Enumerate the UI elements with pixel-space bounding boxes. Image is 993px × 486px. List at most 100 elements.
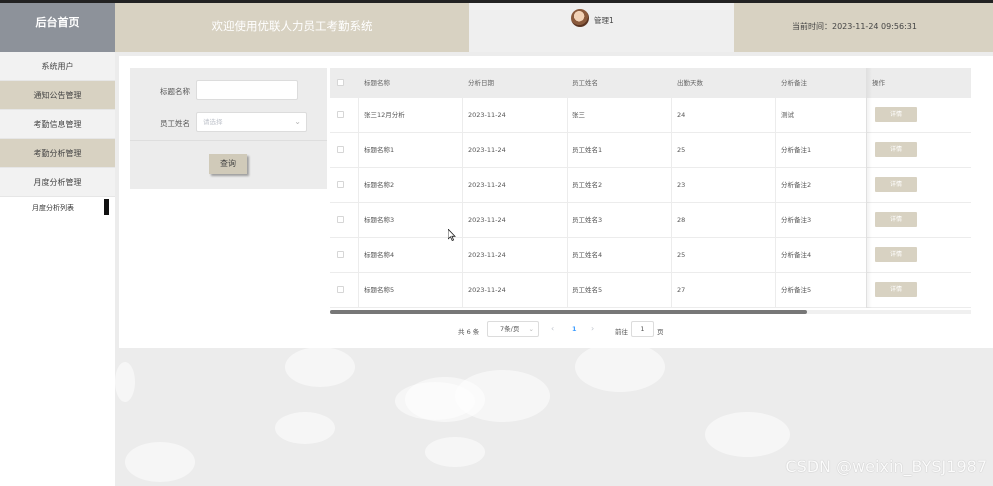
- background-bubble: [275, 412, 335, 444]
- title-filter-input[interactable]: [196, 80, 298, 100]
- column-divider: [358, 68, 359, 308]
- cell-note: 分析备注2: [781, 181, 812, 189]
- sidebar-subitem-monthly-analysis-list[interactable]: 月度分析列表: [0, 197, 115, 221]
- table-row[interactable]: 标题名称2 2023-11-24 员工姓名2 23 分析备注2 详情: [330, 168, 971, 203]
- select-all-checkbox[interactable]: [337, 79, 344, 86]
- sidebar-item-attendance-info[interactable]: 考勤信息管理: [0, 110, 115, 139]
- detail-button[interactable]: 详情: [875, 107, 917, 122]
- background-bubble: [705, 412, 790, 457]
- horizontal-scrollbar-thumb[interactable]: [330, 310, 807, 314]
- cell-note: 分析备注3: [781, 216, 812, 224]
- sidebar-item-monthly-analysis[interactable]: 月度分析管理: [0, 168, 115, 197]
- header-name: 员工姓名: [572, 79, 598, 87]
- cell-date: 2023-11-24: [468, 181, 506, 189]
- cell-note: 分析备注1: [781, 146, 812, 154]
- fixed-column-shadow: [866, 68, 872, 308]
- background-bubble: [575, 342, 665, 392]
- user-box[interactable]: 管理1: [469, 3, 734, 52]
- title-filter-label: 标题名称: [160, 87, 190, 96]
- table-row[interactable]: 张三12月分析 2023-11-24 张三 24 测试 详情: [330, 98, 971, 133]
- employee-filter-select[interactable]: 请选择 ⌄: [196, 112, 307, 132]
- pagination: 共 6 条 7条/页 ⌄ ‹ 1 › 前往 1 页: [119, 321, 993, 339]
- row-checkbox[interactable]: [337, 286, 344, 293]
- page-size-select[interactable]: 7条/页 ⌄: [487, 321, 539, 337]
- employee-filter-label: 员工姓名: [160, 119, 190, 128]
- query-button[interactable]: 查询: [209, 154, 247, 174]
- cell-date: 2023-11-24: [468, 251, 506, 259]
- background-bubble: [115, 362, 135, 402]
- divider: [130, 140, 327, 141]
- sidebar: 系统用户 通知公告管理 考勤信息管理 考勤分析管理 月度分析管理 月度分析列表: [0, 52, 115, 486]
- cell-note: 测试: [781, 111, 794, 119]
- detail-button[interactable]: 详情: [875, 212, 917, 227]
- goto-label: 前往: [615, 328, 628, 336]
- active-marker: [104, 199, 109, 215]
- time-label: 当前时间：: [792, 22, 832, 31]
- mouse-cursor-icon: [448, 229, 456, 241]
- background-bubble: [125, 442, 195, 482]
- cell-days: 23: [677, 181, 686, 189]
- cell-days: 25: [677, 251, 686, 259]
- prev-page-icon[interactable]: ‹: [551, 324, 554, 333]
- cell-title: 张三12月分析: [364, 111, 405, 119]
- cell-days: 27: [677, 286, 686, 294]
- column-divider: [775, 68, 776, 308]
- cell-date: 2023-11-24: [468, 286, 506, 294]
- detail-button[interactable]: 详情: [875, 282, 917, 297]
- cell-title: 标题名称3: [364, 216, 395, 224]
- cell-name: 员工姓名2: [572, 181, 603, 189]
- cell-date: 2023-11-24: [468, 216, 506, 224]
- sidebar-item-attendance-analysis[interactable]: 考勤分析管理: [0, 139, 115, 168]
- detail-button[interactable]: 详情: [875, 247, 917, 262]
- cell-date: 2023-11-24: [468, 146, 506, 154]
- search-panel: 标题名称 员工姓名 请选择 ⌄ 查询: [130, 68, 327, 189]
- table-row[interactable]: 标题名称4 2023-11-24 员工姓名4 25 分析备注4 详情: [330, 238, 971, 273]
- row-checkbox[interactable]: [337, 146, 344, 153]
- goto-unit: 页: [657, 328, 664, 336]
- employee-select-placeholder: 请选择: [203, 118, 223, 126]
- avatar[interactable]: [571, 9, 589, 27]
- table-row[interactable]: 标题名称3 2023-11-24 员工姓名3 28 分析备注3 详情: [330, 203, 971, 238]
- column-divider: [462, 68, 463, 308]
- top-bar: 后台首页 欢迎使用优联人力员工考勤系统 管理1 当前时间：2023-11-24 …: [0, 0, 993, 52]
- time-value: 2023-11-24 09:56:31: [832, 22, 917, 31]
- page-number-current[interactable]: 1: [572, 325, 577, 333]
- cell-name: 张三: [572, 111, 585, 119]
- next-page-icon[interactable]: ›: [591, 324, 594, 333]
- cell-date: 2023-11-24: [468, 111, 506, 119]
- cell-name: 员工姓名5: [572, 286, 603, 294]
- cell-name: 员工姓名4: [572, 251, 603, 259]
- cell-days: 28: [677, 216, 686, 224]
- column-divider: [567, 68, 568, 308]
- total-count: 共 6 条: [458, 328, 480, 336]
- system-title: 欢迎使用优联人力员工考勤系统: [211, 19, 373, 33]
- detail-button[interactable]: 详情: [875, 177, 917, 192]
- row-checkbox[interactable]: [337, 181, 344, 188]
- cell-days: 24: [677, 111, 686, 119]
- home-link[interactable]: 后台首页: [0, 3, 115, 52]
- row-checkbox[interactable]: [337, 216, 344, 223]
- table-row[interactable]: 标题名称5 2023-11-24 员工姓名5 27 分析备注5 详情: [330, 273, 971, 308]
- watermark: CSDN @weixin_BYSJ1987: [785, 457, 987, 476]
- detail-button[interactable]: 详情: [875, 142, 917, 157]
- username[interactable]: 管理1: [594, 15, 614, 26]
- goto-page-input[interactable]: 1: [631, 321, 654, 337]
- cell-name: 员工姓名3: [572, 216, 603, 224]
- content-card: 标题名称 员工姓名 请选择 ⌄ 查询 标题名称 分析日期 员工姓名 出勤天数 分…: [119, 56, 993, 348]
- row-checkbox[interactable]: [337, 251, 344, 258]
- sidebar-item-notice-management[interactable]: 通知公告管理: [0, 81, 115, 110]
- cell-days: 25: [677, 146, 686, 154]
- column-divider: [671, 68, 672, 308]
- row-checkbox[interactable]: [337, 111, 344, 118]
- cell-title: 标题名称4: [364, 251, 395, 259]
- header-date: 分析日期: [468, 79, 494, 87]
- data-table: 标题名称 分析日期 员工姓名 出勤天数 分析备注 操作 张三12月分析 2023…: [330, 68, 971, 314]
- current-time: 当前时间：2023-11-24 09:56:31: [734, 3, 993, 52]
- sidebar-item-system-users[interactable]: 系统用户: [0, 52, 115, 81]
- header-note: 分析备注: [781, 79, 807, 87]
- table-row[interactable]: 标题名称1 2023-11-24 员工姓名1 25 分析备注1 详情: [330, 133, 971, 168]
- sidebar-subitem-label: 月度分析列表: [32, 204, 74, 212]
- chevron-down-icon: ⌄: [294, 117, 301, 126]
- cell-name: 员工姓名1: [572, 146, 603, 154]
- chevron-down-icon: ⌄: [528, 325, 534, 333]
